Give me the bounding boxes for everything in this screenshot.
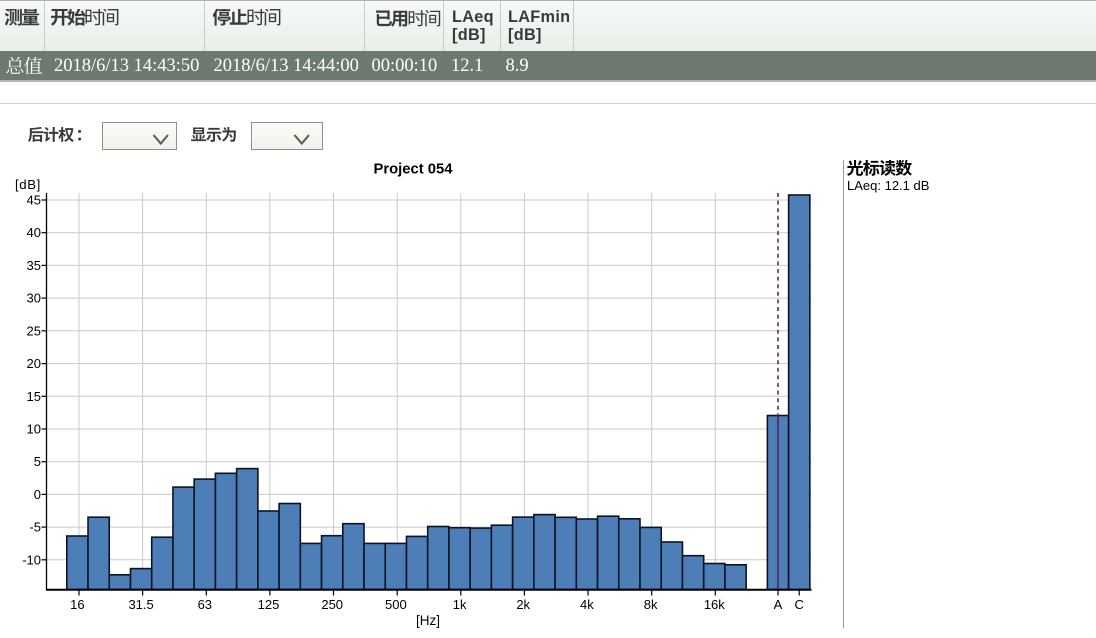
svg-text:[Hz]: [Hz] [416, 613, 440, 628]
svg-text:125: 125 [258, 597, 280, 612]
svg-text:500: 500 [385, 597, 407, 612]
svg-text:10: 10 [27, 422, 41, 437]
svg-text:250: 250 [321, 597, 343, 612]
svg-text:8k: 8k [644, 597, 658, 612]
svg-text:[dB]: [dB] [15, 177, 41, 192]
svg-text:4k: 4k [580, 597, 594, 612]
svg-text:C: C [795, 597, 804, 612]
svg-text:-10: -10 [22, 552, 41, 567]
svg-text:1k: 1k [453, 597, 467, 612]
svg-text:0: 0 [34, 487, 41, 502]
svg-text:15: 15 [27, 389, 41, 404]
svg-text:40: 40 [27, 225, 41, 240]
svg-text:2k: 2k [516, 597, 530, 612]
svg-text:45: 45 [27, 193, 41, 208]
svg-text:25: 25 [27, 323, 41, 338]
svg-text:16k: 16k [704, 597, 725, 612]
svg-text:A: A [774, 597, 783, 612]
svg-text:5: 5 [34, 454, 41, 469]
svg-text:31.5: 31.5 [128, 597, 153, 612]
svg-text:20: 20 [27, 356, 41, 371]
svg-text:35: 35 [27, 258, 41, 273]
svg-text:Project 054: Project 054 [374, 162, 454, 178]
svg-text:-5: -5 [29, 520, 41, 535]
svg-text:16: 16 [70, 597, 84, 612]
svg-text:63: 63 [198, 597, 212, 612]
svg-text:30: 30 [27, 291, 41, 306]
